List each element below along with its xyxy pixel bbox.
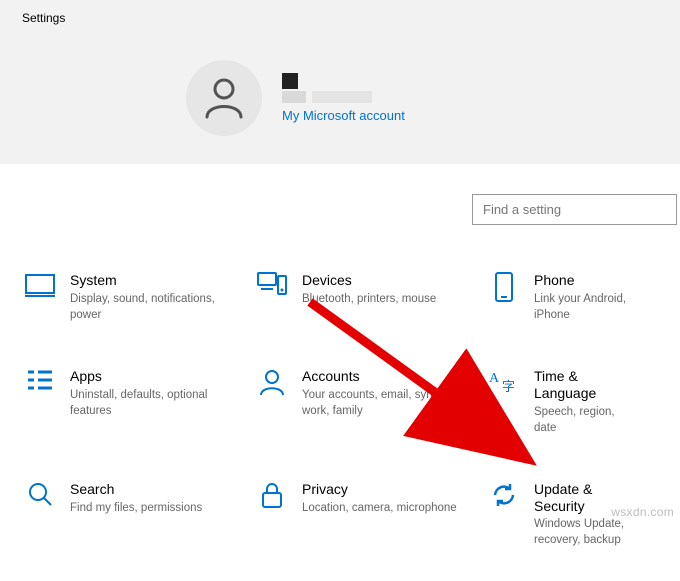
search-icon <box>24 481 56 513</box>
category-title: Accounts <box>302 368 468 385</box>
category-desc: Uninstall, defaults, optional features <box>70 387 236 419</box>
svg-text:字: 字 <box>502 379 515 394</box>
profile-section: My Microsoft account <box>186 60 405 136</box>
redacted-block <box>282 73 298 89</box>
watermark: wsxdn.com <box>611 505 674 519</box>
microsoft-account-link[interactable]: My Microsoft account <box>282 108 405 123</box>
settings-header: Settings My Microsoft account <box>0 0 680 164</box>
category-desc: Link your Android, iPhone <box>534 291 638 323</box>
privacy-icon <box>256 481 288 513</box>
system-icon <box>24 272 56 304</box>
redacted-block <box>312 91 372 103</box>
categories-grid: System Display, sound, notifications, po… <box>24 272 680 549</box>
category-apps[interactable]: Apps Uninstall, defaults, optional featu… <box>24 368 256 436</box>
apps-icon <box>24 368 56 400</box>
category-desc: Speech, region, date <box>534 404 638 436</box>
category-desc: Location, camera, microphone <box>302 500 468 516</box>
category-desc: Your accounts, email, sync, work, family <box>302 387 468 419</box>
avatar[interactable] <box>186 60 262 136</box>
category-title: Search <box>70 481 236 498</box>
accounts-icon <box>256 368 288 400</box>
category-devices[interactable]: Devices Bluetooth, printers, mouse <box>256 272 488 323</box>
category-accounts[interactable]: Accounts Your accounts, email, sync, wor… <box>256 368 488 436</box>
person-icon <box>201 75 247 121</box>
page-title: Settings <box>22 11 65 25</box>
category-search[interactable]: Search Find my files, permissions <box>24 481 256 549</box>
category-title: Time & Language <box>534 368 638 402</box>
category-system[interactable]: System Display, sound, notifications, po… <box>24 272 256 323</box>
category-title: System <box>70 272 236 289</box>
category-title: Apps <box>70 368 236 385</box>
time-language-icon: A字 <box>488 368 520 400</box>
profile-name-line-1 <box>282 73 405 89</box>
search-container <box>472 194 677 225</box>
category-title: Devices <box>302 272 468 289</box>
category-privacy[interactable]: Privacy Location, camera, microphone <box>256 481 488 549</box>
devices-icon <box>256 272 288 304</box>
category-desc: Windows Update, recovery, backup <box>534 516 638 548</box>
category-desc: Display, sound, notifications, power <box>70 291 236 323</box>
profile-name-line-2 <box>282 91 405 103</box>
category-desc: Bluetooth, printers, mouse <box>302 291 468 307</box>
category-time-language[interactable]: A字 Time & Language Speech, region, date <box>488 368 658 436</box>
category-desc: Find my files, permissions <box>70 500 236 516</box>
category-title: Phone <box>534 272 638 289</box>
phone-icon <box>488 272 520 304</box>
svg-text:A: A <box>489 371 500 386</box>
profile-name-area: My Microsoft account <box>282 73 405 123</box>
redacted-block <box>282 91 306 103</box>
category-phone[interactable]: Phone Link your Android, iPhone <box>488 272 658 323</box>
update-security-icon <box>488 481 520 513</box>
search-input[interactable] <box>472 194 677 225</box>
category-title: Privacy <box>302 481 468 498</box>
